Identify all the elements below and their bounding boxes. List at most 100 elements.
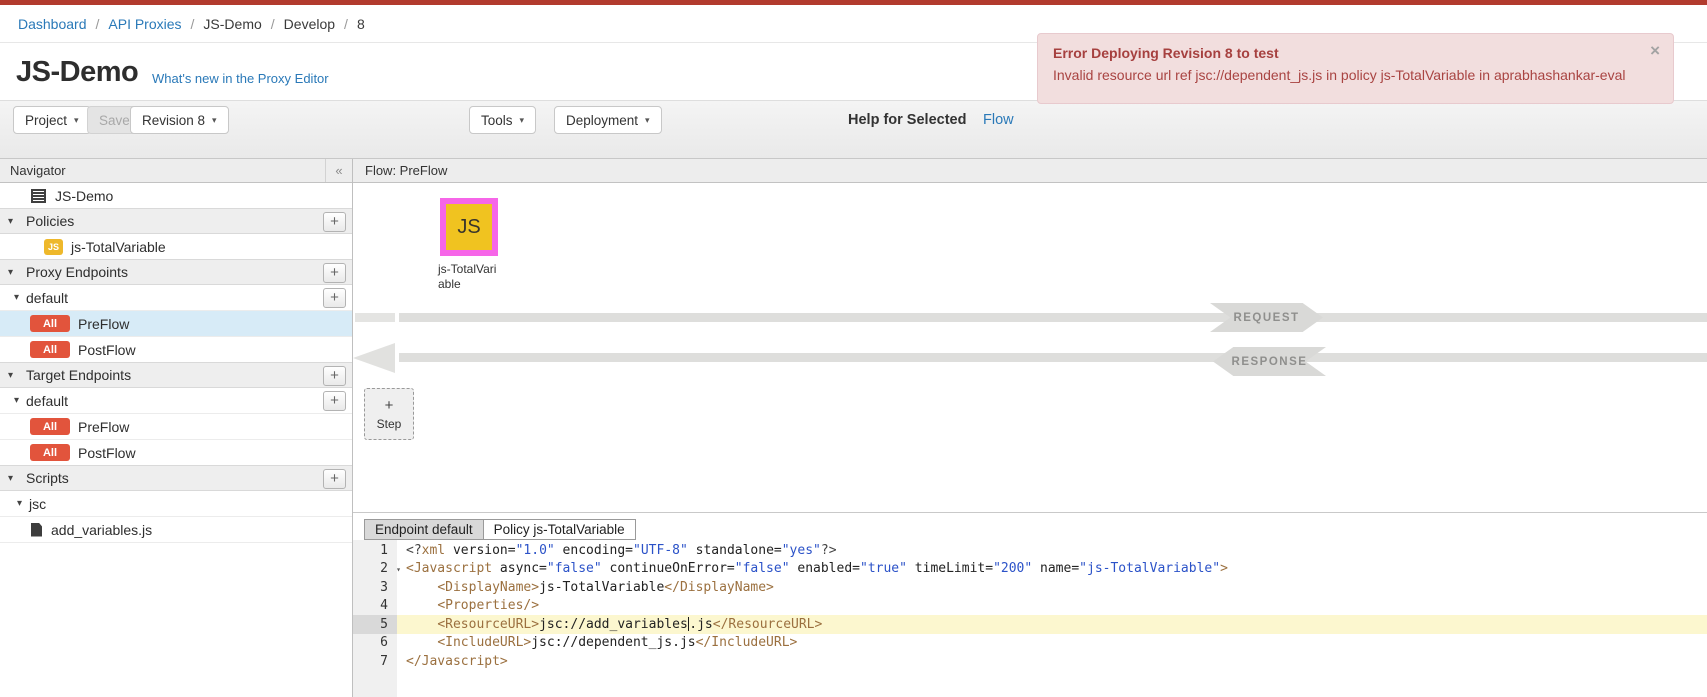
nav-item-label: js-TotalVariable bbox=[71, 239, 166, 255]
proxy-summary-icon bbox=[31, 189, 46, 203]
nav-flow-proxy-preflow[interactable]: All PreFlow bbox=[0, 311, 352, 337]
toolbar: Project ▾ Save Revision 8 ▾ Tools ▾ Depl… bbox=[0, 100, 1707, 159]
caret-down-icon: ▾ bbox=[17, 498, 29, 509]
collapse-panel-icon[interactable]: « bbox=[325, 159, 352, 182]
caret-down-icon: ▾ bbox=[8, 370, 20, 381]
add-script-button[interactable]: + bbox=[323, 469, 346, 489]
nav-section-label: Scripts bbox=[26, 470, 69, 486]
nav-section-proxy-endpoints[interactable]: ▾ Proxy Endpoints + bbox=[0, 259, 352, 285]
nav-file-add-variables-js[interactable]: add_variables.js bbox=[0, 517, 352, 543]
main-content: Flow: PreFlow JS js-TotalVariable REQUES… bbox=[353, 159, 1707, 697]
page-title: JS-Demo bbox=[16, 56, 138, 89]
caret-down-icon: ▾ bbox=[14, 395, 26, 406]
line-number: 5 bbox=[353, 615, 397, 634]
code-line[interactable]: 4 <Properties/> bbox=[353, 597, 1707, 616]
breadcrumb-dashboard[interactable]: Dashboard bbox=[18, 16, 87, 32]
nav-item-label: JS-Demo bbox=[55, 188, 113, 204]
line-number: 7 bbox=[353, 652, 397, 671]
nav-group-proxy-default[interactable]: ▾ default + bbox=[0, 285, 352, 311]
nav-section-label: Policies bbox=[26, 213, 74, 229]
policy-node-js-totalvariable[interactable]: JS bbox=[440, 198, 498, 256]
line-number: 3 bbox=[353, 578, 397, 597]
error-banner: Error Deploying Revision 8 to test Inval… bbox=[1037, 33, 1674, 104]
policy-node-label: js-TotalVariable bbox=[438, 262, 497, 292]
tools-label: Tools bbox=[481, 113, 513, 128]
add-flow-button[interactable]: + bbox=[323, 391, 346, 411]
code-line[interactable]: 3 <DisplayName>js-TotalVariable</Display… bbox=[353, 578, 1707, 597]
nav-group-label: default bbox=[26, 393, 68, 409]
error-title: Error Deploying Revision 8 to test bbox=[1053, 43, 1633, 63]
nav-flow-label: PostFlow bbox=[78, 445, 136, 461]
breadcrumb-separator: / bbox=[191, 16, 195, 32]
breadcrumb-proxy-name: JS-Demo bbox=[203, 16, 261, 32]
add-proxy-endpoint-button[interactable]: + bbox=[323, 263, 346, 283]
chevron-down-icon: ▾ bbox=[212, 115, 217, 126]
add-policy-button[interactable]: + bbox=[323, 212, 346, 232]
nav-item-policy-js-totalvariable[interactable]: JS js-TotalVariable bbox=[0, 234, 352, 260]
line-number: 1 bbox=[353, 541, 397, 560]
caret-down-icon: ▾ bbox=[8, 267, 20, 278]
nav-flow-target-preflow[interactable]: All PreFlow bbox=[0, 414, 352, 440]
request-flow-stub bbox=[355, 313, 395, 322]
caret-down-icon: ▾ bbox=[8, 473, 20, 484]
nav-file-label: add_variables.js bbox=[51, 522, 152, 538]
project-label: Project bbox=[25, 113, 67, 128]
nav-section-policies[interactable]: ▾ Policies + bbox=[0, 208, 352, 234]
nav-group-jsc[interactable]: ▾ jsc bbox=[0, 491, 352, 517]
nav-flow-target-postflow[interactable]: All PostFlow bbox=[0, 440, 352, 466]
response-arrow-icon bbox=[353, 343, 395, 373]
nav-section-label: Target Endpoints bbox=[26, 367, 131, 383]
nav-group-target-default[interactable]: ▾ default + bbox=[0, 388, 352, 414]
request-flow-bar bbox=[399, 313, 1707, 322]
close-icon[interactable]: × bbox=[1650, 41, 1660, 61]
fold-icon[interactable]: ▾ bbox=[396, 565, 401, 574]
tools-menu-button[interactable]: Tools ▾ bbox=[469, 106, 536, 134]
flow-canvas[interactable]: JS js-TotalVariable REQUEST RESPONSE + S… bbox=[353, 183, 1707, 512]
flow-help-link[interactable]: Flow bbox=[983, 112, 1014, 128]
nav-section-label: Proxy Endpoints bbox=[26, 264, 128, 280]
whats-new-link[interactable]: What's new in the Proxy Editor bbox=[152, 71, 329, 86]
code-line[interactable]: 2 ▾ <Javascript async="false" continueOn… bbox=[353, 560, 1707, 579]
code-editor[interactable]: 1 <?xml version="1.0" encoding="UTF-8" s… bbox=[353, 541, 1707, 671]
tab-endpoint-default[interactable]: Endpoint default bbox=[364, 519, 484, 540]
help-for-selected-label: Help for Selected bbox=[848, 112, 966, 128]
response-flow-bar bbox=[399, 353, 1707, 362]
deployment-menu-button[interactable]: Deployment ▾ bbox=[554, 106, 662, 134]
nav-flow-label: PreFlow bbox=[78, 316, 129, 332]
code-line[interactable]: 1 <?xml version="1.0" encoding="UTF-8" s… bbox=[353, 541, 1707, 560]
chevron-down-icon: ▾ bbox=[645, 115, 650, 126]
add-target-endpoint-button[interactable]: + bbox=[323, 366, 346, 386]
tab-policy-js-totalvariable[interactable]: Policy js-TotalVariable bbox=[483, 519, 636, 540]
revision-menu-button[interactable]: Revision 8 ▾ bbox=[130, 106, 229, 134]
code-line[interactable]: 6 <IncludeURL>jsc://dependent_js.js</Inc… bbox=[353, 634, 1707, 653]
all-conditions-badge: All bbox=[30, 341, 70, 358]
code-line[interactable]: 7 </Javascript> bbox=[353, 652, 1707, 671]
editor-tab-bar: Endpoint default Policy js-TotalVariable bbox=[364, 519, 636, 540]
nav-flow-proxy-postflow[interactable]: All PostFlow bbox=[0, 337, 352, 363]
js-policy-icon: JS bbox=[457, 216, 480, 239]
project-menu-button[interactable]: Project ▾ bbox=[13, 106, 91, 134]
breadcrumb-develop: Develop bbox=[284, 16, 335, 32]
proxy-editor-page: Dashboard / API Proxies / JS-Demo / Deve… bbox=[0, 0, 1707, 697]
navigator-panel: Navigator « JS-Demo ▾ Policies + JS js-T… bbox=[0, 159, 353, 697]
nav-section-target-endpoints[interactable]: ▾ Target Endpoints + bbox=[0, 362, 352, 388]
js-policy-badge: JS bbox=[44, 239, 63, 255]
nav-flow-label: PostFlow bbox=[78, 342, 136, 358]
nav-section-scripts[interactable]: ▾ Scripts + bbox=[0, 465, 352, 491]
error-message: Invalid resource url ref jsc://dependent… bbox=[1053, 65, 1633, 85]
revision-label: Revision 8 bbox=[142, 113, 205, 128]
code-editor-panel: Endpoint default Policy js-TotalVariable… bbox=[353, 512, 1707, 697]
add-flow-button[interactable]: + bbox=[323, 288, 346, 308]
flow-header: Flow: PreFlow bbox=[353, 159, 1707, 183]
nav-group-label: jsc bbox=[29, 496, 46, 512]
nav-item-js-demo[interactable]: JS-Demo bbox=[0, 183, 352, 209]
code-line-active[interactable]: 5 <ResourceURL>jsc://add_variables.js</R… bbox=[353, 615, 1707, 634]
breadcrumb-separator: / bbox=[271, 16, 275, 32]
breadcrumb-api-proxies[interactable]: API Proxies bbox=[108, 16, 181, 32]
nav-flow-label: PreFlow bbox=[78, 419, 129, 435]
file-icon bbox=[31, 523, 42, 537]
step-label: Step bbox=[377, 417, 402, 431]
breadcrumb-revision: 8 bbox=[357, 16, 365, 32]
add-step-button[interactable]: + Step bbox=[364, 388, 414, 440]
chevron-down-icon: ▾ bbox=[520, 115, 525, 126]
